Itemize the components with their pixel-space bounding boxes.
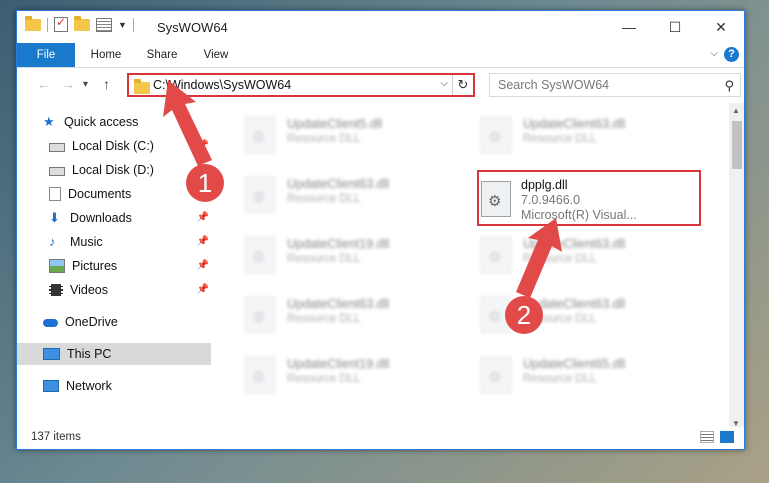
step-2-badge: 2 xyxy=(505,296,543,334)
arrow-2 xyxy=(516,218,562,298)
annotation-arrows xyxy=(163,80,562,298)
step-1-badge: 1 xyxy=(186,164,224,202)
arrow-1 xyxy=(163,80,212,166)
